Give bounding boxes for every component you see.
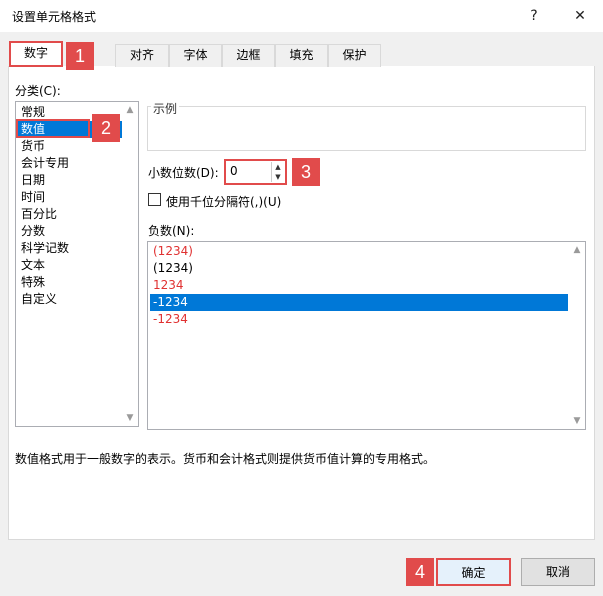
tab-alignment[interactable]: 对齐 [115,44,169,67]
tab-protection[interactable]: 保护 [328,44,381,67]
category-item-accounting[interactable]: 会计专用 [18,155,126,172]
spin-up-icon[interactable]: ▲ [272,162,284,172]
callout-badge-3: 3 [292,158,320,186]
decimals-label: 小数位数(D): [148,166,219,180]
negative-label: 负数(N): [148,224,195,238]
negative-item[interactable]: (1234) [150,243,568,260]
spinner-buttons: ▲ ▼ [271,162,283,182]
spin-down-icon[interactable]: ▼ [272,172,284,182]
callout-badge-4: 4 [406,558,434,586]
negative-item[interactable]: (1234) [150,260,568,277]
dialog-title: 设置单元格格式 [12,10,97,24]
format-description: 数值格式用于一般数字的表示。货币和会计格式则提供货币值计算的专用格式。 [15,452,436,466]
scroll-up-arrow-icon[interactable]: ▲ [122,102,138,118]
category-item-percentage[interactable]: 百分比 [18,206,126,223]
category-item-date[interactable]: 日期 [18,172,126,189]
thousands-checkbox[interactable] [148,193,161,206]
cancel-button[interactable]: 取消 [521,558,595,586]
scroll-down-arrow-icon[interactable]: ▼ [122,410,138,426]
negative-scrollbar[interactable]: ▲ ▼ [569,242,585,429]
negative-item[interactable]: -1234 [150,311,568,328]
scroll-down-arrow-icon[interactable]: ▼ [569,413,585,429]
tab-font[interactable]: 字体 [169,44,222,67]
scroll-up-arrow-icon[interactable]: ▲ [569,242,585,258]
decimals-value[interactable]: 0 [230,164,238,178]
close-button[interactable]: ✕ [566,4,594,28]
decimals-spinner[interactable]: 0 ▲ ▼ [224,159,287,185]
negative-item[interactable]: 1234 [150,277,568,294]
category-label: 分类(C): [15,84,61,98]
tab-number[interactable]: 数字 [9,41,63,67]
thousands-label: 使用千位分隔符(,)(U) [166,195,282,209]
category-item-custom[interactable]: 自定义 [18,291,126,308]
sample-label: 示例 [151,100,180,117]
help-button[interactable]: ? [520,4,548,28]
tab-border[interactable]: 边框 [222,44,275,67]
category-item-time[interactable]: 时间 [18,189,126,206]
callout-badge-1: 1 [66,42,94,70]
category-item-special[interactable]: 特殊 [18,274,126,291]
callout-highlight-2 [16,119,90,138]
category-item-text[interactable]: 文本 [18,257,126,274]
tab-fill[interactable]: 填充 [275,44,328,67]
category-list[interactable]: 常规 数值 货币 会计专用 日期 时间 百分比 分数 科学记数 文本 特殊 自定… [15,101,139,427]
category-item-fraction[interactable]: 分数 [18,223,126,240]
ok-button[interactable]: 确定 [436,558,511,586]
category-item-scientific[interactable]: 科学记数 [18,240,126,257]
callout-badge-2: 2 [92,114,120,142]
sample-group [147,106,586,151]
negative-list[interactable]: (1234) (1234) 1234 -1234 -1234 ▲ ▼ [147,241,586,430]
category-scrollbar[interactable]: ▲ ▼ [122,102,138,426]
negative-item-selected[interactable]: -1234 [150,294,568,311]
